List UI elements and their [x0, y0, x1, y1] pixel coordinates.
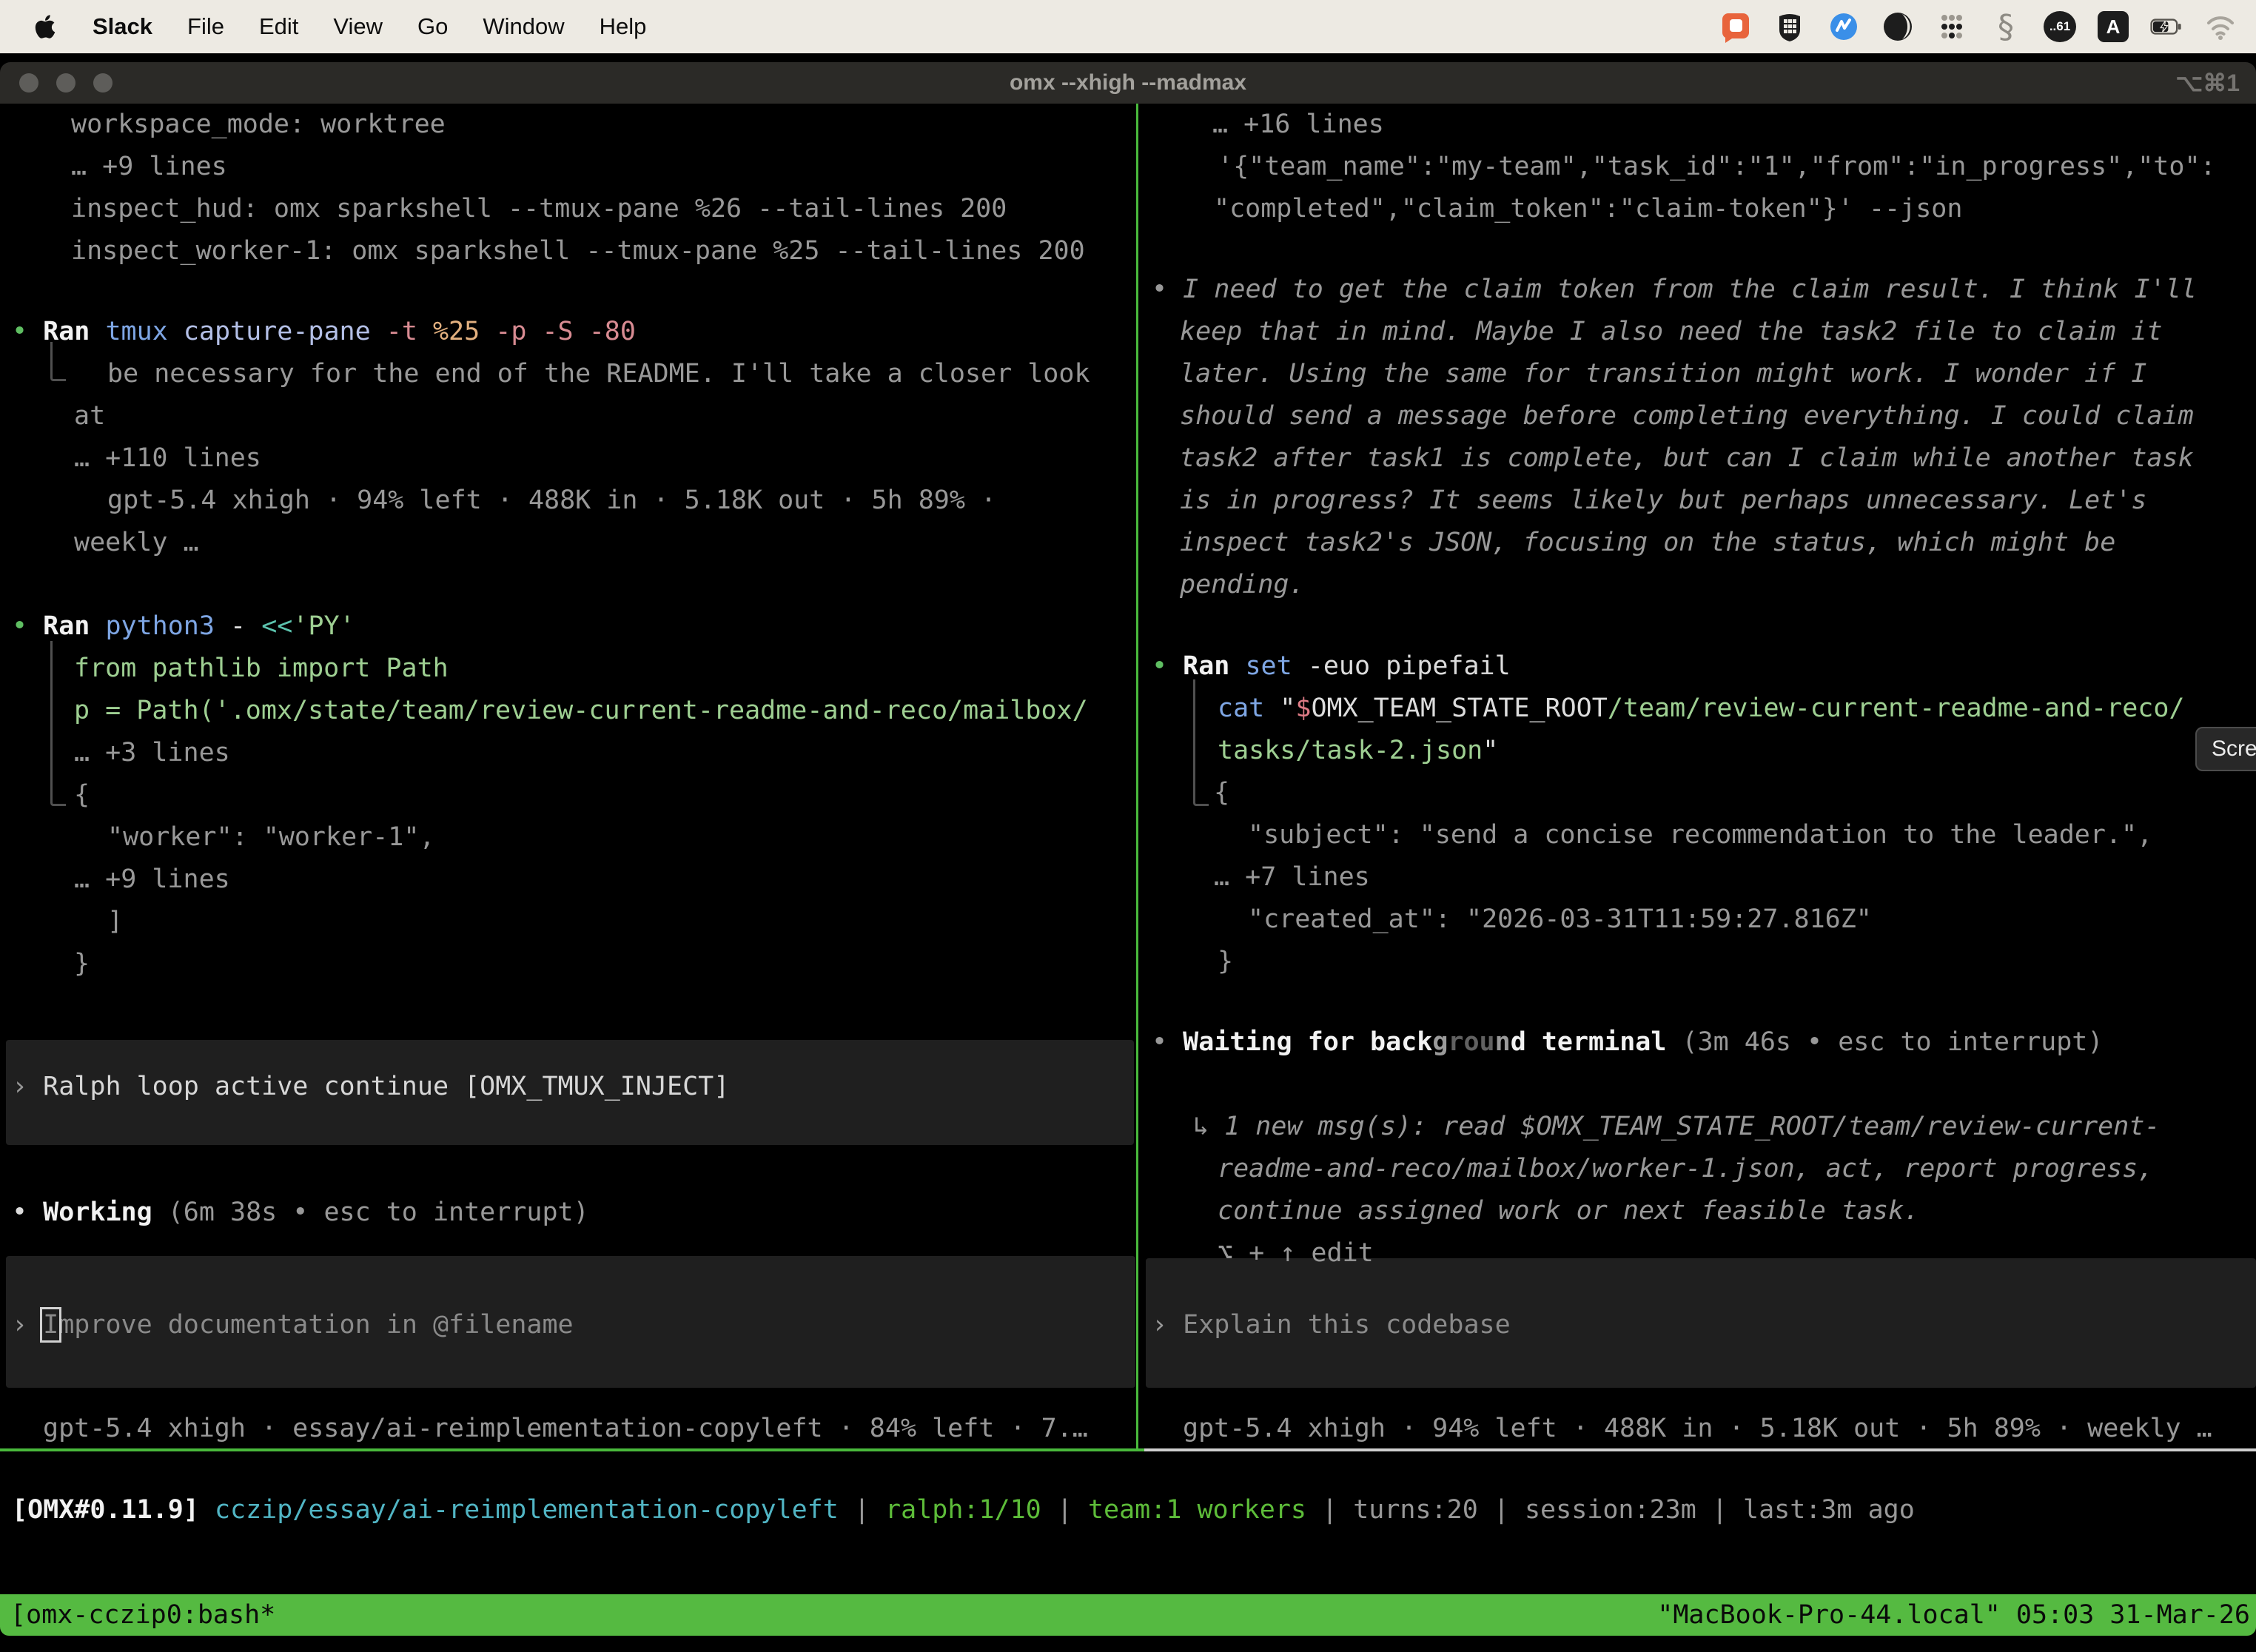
- window-titlebar[interactable]: omx --xhigh --madmax ⌥⌘1: [0, 62, 2256, 104]
- screen-sharing-tooltip: Scre: [2195, 727, 2256, 771]
- menu-edit[interactable]: Edit: [259, 13, 298, 40]
- speedtest-icon[interactable]: [1827, 10, 1860, 43]
- menu-bar: Slack File Edit View Go Window Help § ..61 A: [0, 0, 2256, 53]
- battery-icon[interactable]: [2150, 10, 2183, 43]
- menu-status-icons: § ..61 A: [1719, 10, 2237, 43]
- menu-go[interactable]: Go: [417, 13, 448, 40]
- squiggle-icon[interactable]: §: [1990, 10, 2022, 43]
- menu-file[interactable]: File: [187, 13, 224, 40]
- tmux-host-clock: "MacBook-Pro-44.local" 05:03 31-Mar-26: [1657, 1594, 2250, 1636]
- menu-slack[interactable]: Slack: [93, 13, 152, 40]
- wifi-icon[interactable]: [2204, 10, 2237, 43]
- tmux-status-bar: [omx-cczip0:bash* "MacBook-Pro-44.local"…: [0, 1594, 2256, 1636]
- dots-grid-icon[interactable]: [1936, 10, 1968, 43]
- screen: Slack File Edit View Go Window Help § ..61 A: [0, 0, 2256, 1652]
- tmux-session-label[interactable]: [omx-cczip0:bash*: [10, 1594, 275, 1636]
- crescent-icon[interactable]: [1881, 10, 1914, 43]
- menu-window[interactable]: Window: [483, 13, 564, 40]
- chat-app-icon[interactable]: [1719, 10, 1752, 43]
- menu-items: Slack File Edit View Go Window Help: [93, 13, 646, 40]
- terminal-window: omx --xhigh --madmax ⌥⌘1: [0, 62, 2256, 1637]
- badge-61-icon[interactable]: ..61: [2044, 11, 2076, 42]
- menu-help[interactable]: Help: [600, 13, 647, 40]
- window-shortcut-hint: ⌥⌘1: [2175, 62, 2240, 104]
- menu-view[interactable]: View: [333, 13, 383, 40]
- shield-grid-icon[interactable]: [1773, 10, 1806, 43]
- input-source-icon[interactable]: A: [2098, 11, 2129, 42]
- apple-menu-icon[interactable]: [34, 13, 56, 40]
- window-title: omx --xhigh --madmax: [0, 62, 2256, 104]
